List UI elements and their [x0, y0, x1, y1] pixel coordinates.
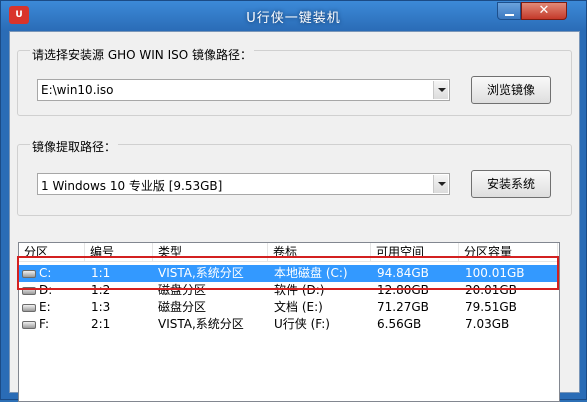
- chevron-down-icon[interactable]: [433, 81, 448, 99]
- partition-label: 软件 (D:): [274, 283, 325, 297]
- partition-type: 磁盘分区: [158, 283, 207, 297]
- hard-drive-icon: [22, 270, 36, 278]
- partition-number: 2:1: [91, 317, 111, 331]
- table-row[interactable]: E: 1:3 磁盘分区 文档 (E:) 71.27GB 79.51GB: [19, 299, 559, 316]
- partition-number: 1:1: [91, 266, 111, 280]
- source-group-label: 请选择安装源 GHO WIN ISO 镜像路径：: [30, 46, 255, 63]
- usb-drive-icon: [22, 321, 36, 329]
- extract-group-label: 镜像提取路径：: [30, 138, 119, 155]
- partition-number: 1:3: [91, 300, 111, 314]
- partition-drive: D:: [39, 283, 53, 297]
- partition-list[interactable]: 分区 编号 类型 卷标 可用空间 分区容量 C: 1:1 VISTA,系统分区 …: [18, 242, 560, 402]
- partition-free: 6.56GB: [377, 317, 422, 331]
- minimize-icon: [505, 14, 514, 16]
- image-select-combobox[interactable]: 1 Windows 10 专业版 [9.53GB]: [37, 173, 450, 195]
- column-header-capacity[interactable]: 分区容量: [459, 243, 558, 262]
- client-area: 请选择安装源 GHO WIN ISO 镜像路径： E:\win10.iso 浏览…: [9, 31, 580, 402]
- close-button[interactable]: ✕: [521, 2, 567, 20]
- image-select-value: 1 Windows 10 专业版 [9.53GB]: [41, 179, 223, 193]
- column-header-partition[interactable]: 分区: [19, 243, 85, 262]
- hard-drive-icon: [22, 304, 36, 312]
- minimize-button[interactable]: [497, 2, 521, 20]
- partition-type: VISTA,系统分区: [158, 266, 244, 280]
- title-bar[interactable]: U U行侠一键装机 ✕: [1, 1, 586, 31]
- install-system-button[interactable]: 安装系统: [471, 170, 551, 198]
- partition-label: 本地磁盘 (C:): [274, 266, 348, 280]
- partition-type: 磁盘分区: [158, 300, 207, 314]
- app-window: U U行侠一键装机 ✕ 请选择安装源 GHO WIN ISO 镜像路径： E:\…: [0, 0, 587, 402]
- partition-capacity: 100.01GB: [465, 266, 525, 280]
- column-header-number[interactable]: 编号: [85, 243, 153, 262]
- browse-image-button[interactable]: 浏览镜像: [471, 76, 551, 104]
- chevron-down-icon[interactable]: [433, 175, 448, 193]
- column-header-label[interactable]: 卷标: [268, 243, 371, 262]
- column-header-free-space[interactable]: 可用空间: [371, 243, 459, 262]
- partition-capacity: 7.03GB: [465, 317, 510, 331]
- partition-capacity: 79.51GB: [465, 300, 517, 314]
- partition-drive: C:: [39, 266, 52, 280]
- partition-list-header: 分区 编号 类型 卷标 可用空间 分区容量: [19, 243, 559, 262]
- partition-number: 1:2: [91, 283, 111, 297]
- table-row[interactable]: F: 2:1 VISTA,系统分区 U行侠 (F:) 6.56GB 7.03GB: [19, 316, 559, 333]
- partition-free: 71.27GB: [377, 300, 429, 314]
- table-row[interactable]: C: 1:1 VISTA,系统分区 本地磁盘 (C:) 94.84GB 100.…: [19, 265, 559, 282]
- iso-path-combobox[interactable]: E:\win10.iso: [37, 79, 450, 101]
- column-header-type[interactable]: 类型: [153, 243, 268, 262]
- partition-drive: F:: [39, 317, 50, 331]
- table-row[interactable]: D: 1:2 磁盘分区 软件 (D:) 12.80GB 20.01GB: [19, 282, 559, 299]
- partition-free: 12.80GB: [377, 283, 429, 297]
- partition-label: U行侠 (F:): [274, 317, 330, 331]
- partition-label: 文档 (E:): [274, 300, 323, 314]
- partition-free: 94.84GB: [377, 266, 429, 280]
- partition-type: VISTA,系统分区: [158, 317, 244, 331]
- hard-drive-icon: [22, 287, 36, 295]
- partition-capacity: 20.01GB: [465, 283, 517, 297]
- iso-path-value: E:\win10.iso: [41, 83, 114, 97]
- partition-drive: E:: [39, 300, 51, 314]
